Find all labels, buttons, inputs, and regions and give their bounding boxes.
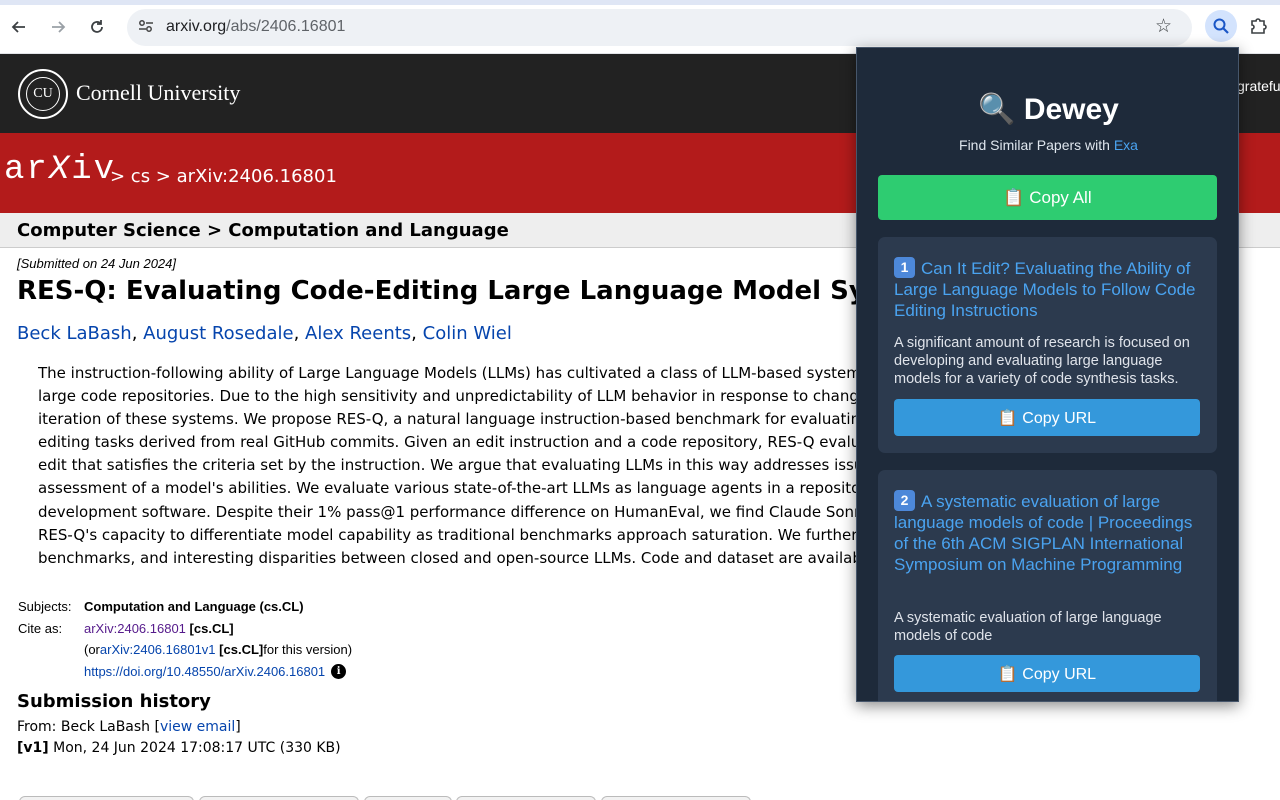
cite-category: [cs.CL]	[189, 620, 234, 636]
star-icon[interactable]: ☆	[1155, 15, 1172, 38]
dewey-subtitle: Find Similar Papers with Exa	[857, 137, 1238, 153]
cite-id-link[interactable]: arXiv:2406.16801	[84, 621, 186, 636]
submission-history-title: Submission history	[17, 691, 211, 712]
dewey-title: 🔍 Dewey	[978, 93, 1119, 126]
author-link[interactable]: August Rosedale	[143, 323, 293, 344]
from-prefix: From: Beck LaBash [	[17, 719, 160, 735]
result-description: A significant amount of research is focu…	[894, 335, 1190, 387]
author-separator: ,	[293, 323, 306, 344]
subtitle-prefix: Find Similar Papers with	[959, 137, 1114, 153]
bottom-tab[interactable]	[364, 796, 452, 800]
url-host: arxiv.org	[166, 18, 227, 35]
v1-text: Mon, 24 Jun 2024 17:08:17 UTC (330 KB)	[48, 740, 341, 756]
doi-row: https://doi.org/10.48550/arXiv.2406.1680…	[18, 661, 352, 683]
arxiv-logo[interactable]: arXiv	[4, 151, 116, 189]
bottom-tab[interactable]	[601, 796, 751, 800]
from-suffix: ]	[235, 719, 241, 735]
submission-v1: [v1] Mon, 24 Jun 2024 17:08:17 UTC (330 …	[17, 740, 341, 756]
exa-link[interactable]: Exa	[1114, 137, 1138, 153]
author-separator: ,	[411, 323, 423, 344]
paper-title: RES-Q: Evaluating Code-Editing Large Lan…	[17, 276, 954, 306]
result-title-link[interactable]: 1 Can It Edit? Evaluating the Ability of …	[894, 257, 1206, 321]
cornell-seal-logo[interactable]: CU	[18, 69, 68, 119]
result-description: A systematic evaluation of large languag…	[894, 610, 1162, 644]
tune-icon[interactable]	[137, 17, 155, 38]
arrow-right-icon	[52, 21, 66, 33]
or-suffix: for this version)	[263, 642, 353, 658]
cite-row: Cite as: arXiv:2406.16801 [cs.CL]	[18, 618, 352, 640]
copy-url-button[interactable]: 📋 Copy URL	[894, 655, 1200, 692]
browser-toolbar: arxiv.org/abs/2406.16801 ☆	[0, 0, 1280, 54]
result-card: 1 Can It Edit? Evaluating the Ability of …	[878, 237, 1217, 453]
dewey-popup: 🔍 Dewey Find Similar Papers with Exa 📋 C…	[856, 47, 1239, 702]
url-text: arxiv.org/abs/2406.16801	[166, 18, 345, 36]
result-title-text[interactable]: A systematic evaluation of large languag…	[894, 492, 1192, 574]
tab-strip-edge	[0, 0, 1280, 5]
bottom-tab[interactable]	[199, 796, 359, 800]
breadcrumb[interactable]: > cs > arXiv:2406.16801	[110, 166, 337, 187]
arrow-left-icon	[11, 21, 25, 33]
subjects-label: Subjects:	[18, 599, 72, 615]
puzzle-icon[interactable]	[1249, 15, 1269, 41]
view-email-link[interactable]: view email	[160, 719, 235, 735]
bottom-tab[interactable]	[19, 796, 194, 800]
result-title-text[interactable]: Can It Edit? Evaluating the Ability of L…	[894, 259, 1195, 320]
reload-icon	[91, 20, 103, 33]
magnifier-icon	[1213, 18, 1229, 34]
reload-button[interactable]	[84, 14, 110, 40]
subjects-value: Computation and Language (cs.CL)	[84, 599, 304, 615]
info-icon[interactable]: i	[331, 663, 347, 679]
metadata-table: Subjects: Computation and Language (cs.C…	[18, 596, 352, 682]
copy-all-button[interactable]: 📋 Copy All	[878, 175, 1217, 220]
author-link[interactable]: Beck LaBash	[17, 323, 132, 344]
submission-from: From: Beck LaBash [view email]	[17, 719, 241, 735]
bottom-tab[interactable]	[456, 796, 596, 800]
cite-version-row: (or arXiv:2406.16801v1 [cs.CL] for this …	[18, 639, 352, 661]
v1-label: [v1]	[17, 740, 49, 756]
result-card: 2A systematic evaluation of large langua…	[878, 470, 1217, 701]
subject-heading: Computer Science > Computation and Langu…	[17, 220, 509, 241]
subjects-row: Subjects: Computation and Language (cs.C…	[18, 596, 352, 618]
forward-button[interactable]	[45, 14, 71, 40]
doi-link[interactable]: https://doi.org/10.48550/arXiv.2406.1680…	[84, 664, 325, 679]
cite-label: Cite as:	[18, 620, 63, 636]
result-title-link[interactable]: 2A systematic evaluation of large langua…	[894, 490, 1206, 575]
author-link[interactable]: Alex Reents	[305, 323, 411, 344]
back-button[interactable]	[6, 14, 32, 40]
author-separator: ,	[131, 323, 144, 344]
gratitude-text: gratefu	[1237, 78, 1280, 94]
author-list: Beck LaBash, August Rosedale, Alex Reent…	[17, 323, 512, 344]
logo-x: X	[48, 151, 72, 189]
cornell-name[interactable]: Cornell University	[76, 80, 240, 106]
submitted-date: [Submitted on 24 Jun 2024]	[17, 256, 177, 271]
number-badge-icon: 2	[894, 490, 915, 511]
cite-v1-category: [cs.CL]	[219, 642, 264, 658]
seal-inner: CU	[26, 77, 60, 111]
copy-url-button[interactable]: 📋 Copy URL	[894, 399, 1200, 436]
logo-part: ar	[4, 151, 49, 189]
url-path: /abs/2406.16801	[226, 18, 346, 35]
address-bar[interactable]: arxiv.org/abs/2406.16801	[127, 9, 1192, 46]
cite-v1-link[interactable]: arXiv:2406.16801v1	[100, 642, 216, 657]
dewey-extension-button[interactable]	[1205, 10, 1237, 42]
number-badge-icon: 1	[894, 257, 915, 278]
author-link[interactable]: Colin Wiel	[423, 323, 512, 344]
or-prefix: (or	[84, 642, 100, 658]
